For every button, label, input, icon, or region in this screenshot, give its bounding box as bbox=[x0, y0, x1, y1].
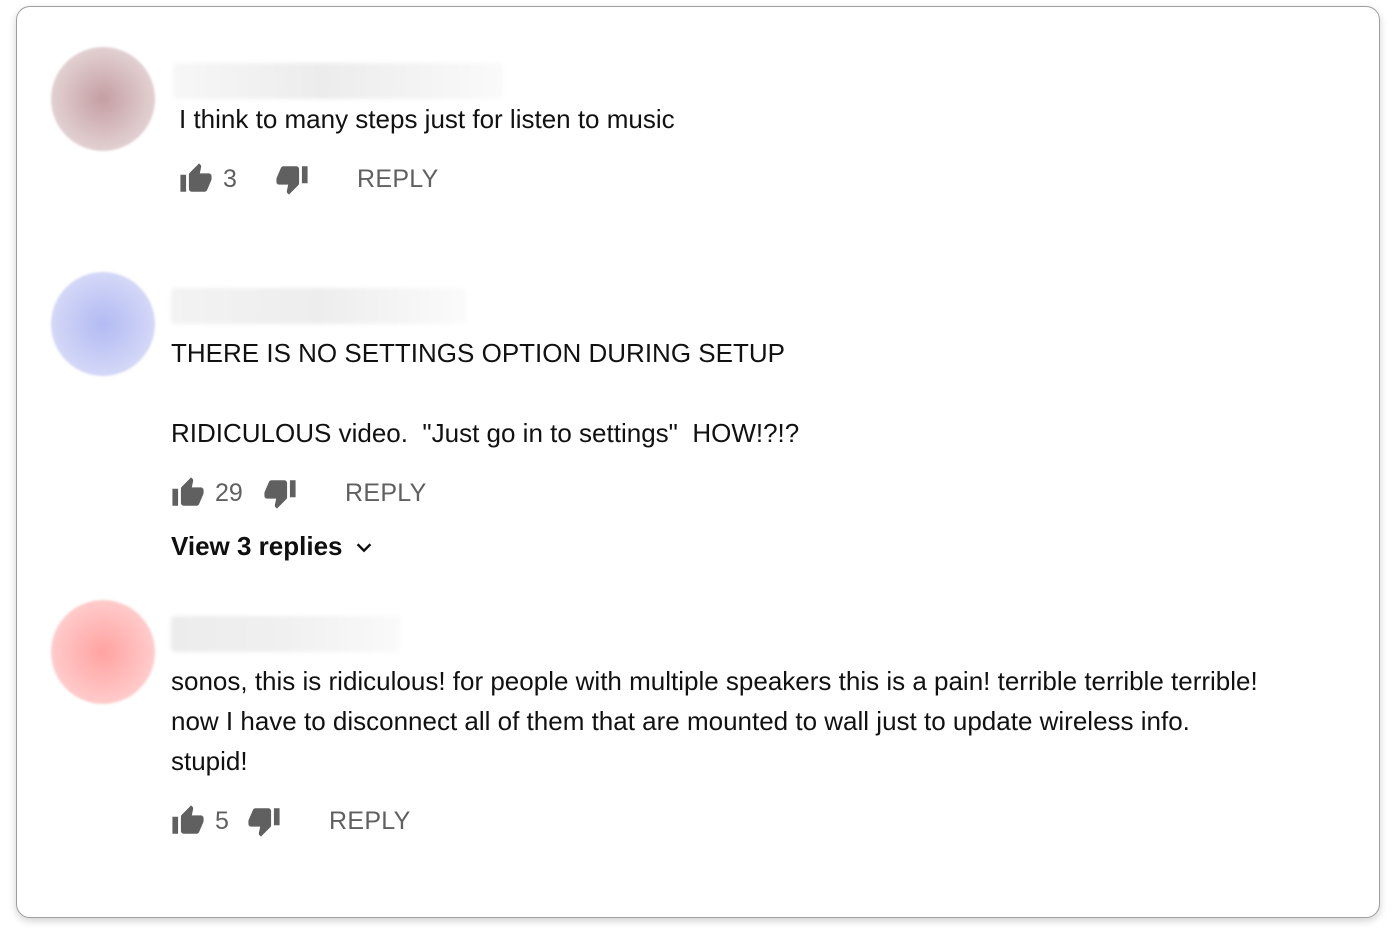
avatar[interactable] bbox=[51, 600, 155, 704]
reply-button[interactable]: REPLY bbox=[345, 479, 427, 508]
thumb-down-icon[interactable] bbox=[263, 476, 297, 510]
reply-button[interactable]: REPLY bbox=[329, 807, 411, 836]
comment-text: sonos, this is ridiculous! for people wi… bbox=[171, 666, 1265, 776]
comment-actions: 5 REPLY bbox=[171, 803, 411, 839]
avatar[interactable] bbox=[51, 272, 155, 376]
author-name-redacted[interactable] bbox=[173, 63, 503, 99]
avatar[interactable] bbox=[51, 47, 155, 151]
author-name-redacted[interactable] bbox=[171, 616, 401, 652]
chevron-down-icon bbox=[356, 542, 371, 552]
comment-text: THERE IS NO SETTINGS OPTION DURING SETUP… bbox=[171, 338, 800, 448]
like-count: 29 bbox=[215, 478, 243, 507]
thumb-up-icon[interactable] bbox=[171, 476, 205, 510]
comment-actions: 3 REPLY bbox=[179, 161, 439, 197]
comment-actions: 29 REPLY bbox=[171, 475, 427, 511]
thumb-up-icon[interactable] bbox=[171, 804, 205, 838]
comment-text: I think to many steps just for listen to… bbox=[179, 104, 675, 134]
view-replies-button[interactable]: View 3 replies bbox=[171, 531, 375, 562]
like-count: 3 bbox=[223, 164, 237, 193]
thumb-up-icon[interactable] bbox=[179, 162, 213, 196]
author-name-redacted[interactable] bbox=[171, 288, 467, 324]
view-replies-label: View 3 replies bbox=[171, 531, 343, 561]
thumb-down-icon[interactable] bbox=[275, 162, 309, 196]
thumb-down-icon[interactable] bbox=[247, 804, 281, 838]
like-count: 5 bbox=[215, 806, 229, 835]
reply-button[interactable]: REPLY bbox=[357, 165, 439, 194]
comments-card: I think to many steps just for listen to… bbox=[16, 6, 1380, 918]
